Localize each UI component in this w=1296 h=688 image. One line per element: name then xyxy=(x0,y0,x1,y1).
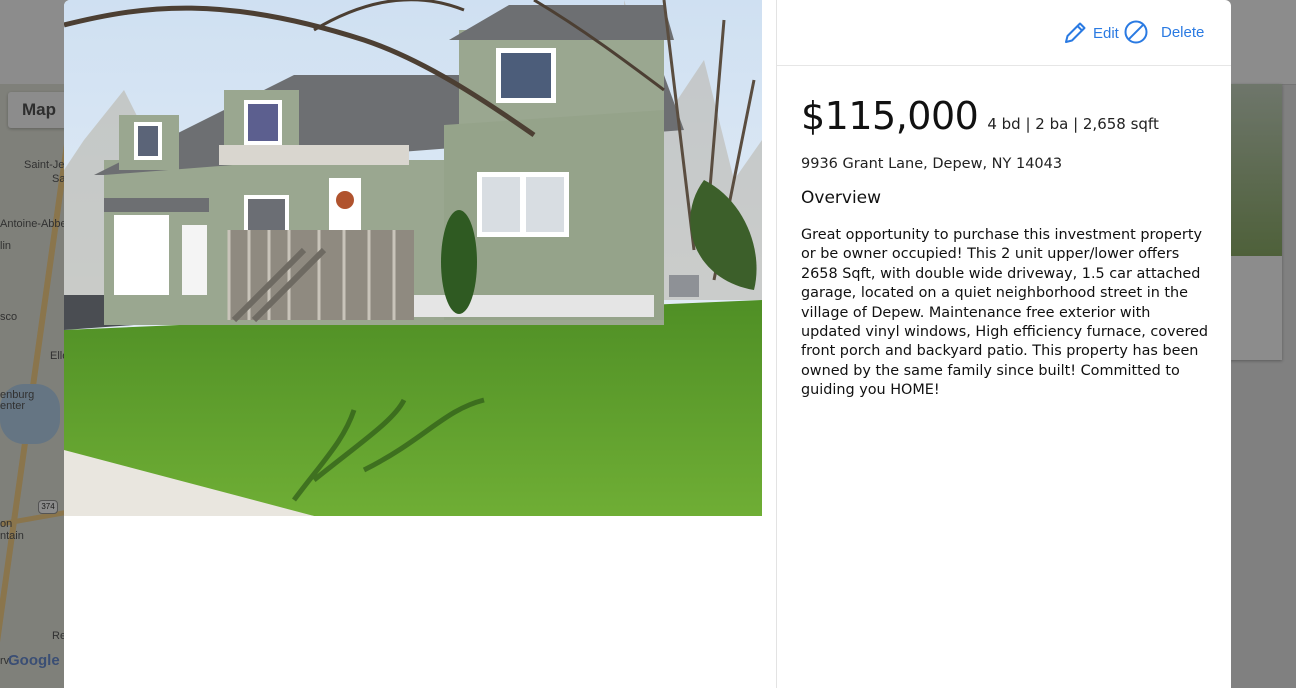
house-photo-image xyxy=(64,0,762,516)
listing-address: 9936 Grant Lane, Depew, NY 14043 xyxy=(801,156,1063,172)
overview-heading: Overview xyxy=(801,188,882,208)
listing-price: $115,000 xyxy=(801,94,979,138)
delete-button[interactable]: Delete xyxy=(1123,19,1204,45)
delete-label: Delete xyxy=(1161,23,1205,41)
edit-button[interactable]: Edit xyxy=(1061,19,1119,47)
listing-details-panel: Edit Delete $115,000 4 bd | 2 ba | 2,658… xyxy=(776,0,1231,688)
prohibited-icon xyxy=(1123,19,1149,45)
action-bar: Edit Delete xyxy=(777,0,1231,66)
listing-photo[interactable] xyxy=(64,0,762,516)
listing-details: $115,000 4 bd | 2 ba | 2,658 sqft 9936 G… xyxy=(777,94,1231,401)
edit-label: Edit xyxy=(1093,24,1119,42)
price-row: $115,000 4 bd | 2 ba | 2,658 sqft xyxy=(801,94,1208,138)
listing-specs: 4 bd | 2 ba | 2,658 sqft xyxy=(987,115,1159,133)
listing-detail-modal: Edit Delete $115,000 4 bd | 2 ba | 2,658… xyxy=(64,0,1231,688)
listing-description: Great opportunity to purchase this inves… xyxy=(801,227,1209,399)
pencil-icon xyxy=(1061,19,1089,47)
